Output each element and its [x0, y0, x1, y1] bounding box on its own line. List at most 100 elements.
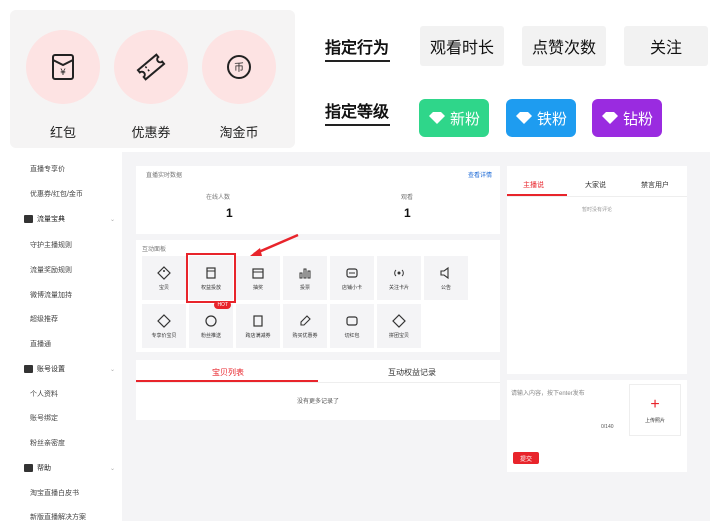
chevron-down-icon: ⌄: [110, 216, 116, 223]
behavior-like-count[interactable]: 点赞次数: [522, 26, 606, 66]
tile-follow-card[interactable]: 关注卡片: [377, 256, 421, 300]
tile-cut-red-envelope[interactable]: 切红包: [330, 304, 374, 348]
speaker-icon: [440, 266, 449, 279]
sidebar-group-account[interactable]: 账号设置 ⌄: [24, 364, 115, 374]
view-value: 1: [404, 206, 411, 220]
svg-text:币: 币: [234, 62, 244, 74]
svg-text:¥: ¥: [60, 68, 66, 78]
broadcast-icon: [394, 269, 404, 276]
diamond-icon: [515, 111, 533, 125]
comment-input-card: 请输入内容，按下enter发布 0/140 + 上传照片 提交: [507, 380, 687, 472]
realtime-data-card: 直播实时数据 查看详情 在线人数 1 观看 1: [136, 166, 500, 234]
tag-icon: [157, 265, 171, 280]
view-details-link[interactable]: 查看详情: [468, 170, 492, 179]
no-comments-message: 暂时没有评论: [581, 207, 612, 213]
sidebar-item[interactable]: 直播通: [30, 339, 51, 349]
chevron-down-icon: ⌄: [110, 366, 116, 373]
reward-coupon[interactable]: 优惠券: [114, 30, 188, 141]
gift-box-icon: [206, 266, 216, 279]
tile-vote[interactable]: 投票: [283, 256, 327, 300]
sidebar-item[interactable]: 个人资料: [30, 389, 58, 399]
tile-fan-push[interactable]: HOT 粉丝推送: [189, 301, 233, 348]
bar-chart-icon: [299, 268, 311, 278]
help-icon: [24, 464, 33, 472]
interaction-panel: 互动面板 宝贝 权益投放 抽奖 投票 店铺小卡 关注卡片 公告 专享价宝贝 HO…: [136, 240, 500, 352]
tile-announcement[interactable]: 公告: [424, 256, 468, 300]
chat-card: 主播说 大家说 禁言用户 暂时没有评论: [507, 166, 687, 374]
tile-cross-store-coupon[interactable]: 跨店满减券: [236, 304, 280, 348]
hot-badge: HOT: [214, 301, 231, 309]
behavior-title: 指定行为: [325, 40, 390, 57]
shop-icon: [346, 267, 358, 278]
realtime-title: 直播实时数据: [146, 173, 183, 179]
sidebar-item[interactable]: 超级推荐: [30, 314, 58, 324]
tile-product[interactable]: 宝贝: [142, 256, 186, 300]
tab-everyone-says[interactable]: 大家说: [585, 180, 606, 190]
tab-product-list[interactable]: 宝贝列表: [212, 367, 244, 378]
reward-label: 淘金币: [219, 125, 259, 140]
online-value: 1: [226, 206, 233, 220]
red-envelope-icon: [346, 315, 358, 326]
live-console-screenshot: 直播专享价 优惠券/红包/金币 流量宝典 ⌄ 守护主播规则 流量奖励规则 微博流…: [10, 152, 710, 521]
tile-exclusive-product[interactable]: 专享价宝贝: [142, 304, 186, 348]
interaction-title: 互动面板: [142, 247, 167, 253]
tag-icon: [392, 313, 406, 328]
sidebar-item[interactable]: 账号绑定: [30, 413, 58, 423]
sidebar-item[interactable]: 新版直播解决方案: [30, 512, 86, 521]
chevron-down-icon: ⌄: [110, 465, 116, 472]
level-iron-fan[interactable]: 铁粉: [506, 99, 576, 137]
sidebar-item[interactable]: 优惠券/红包/金币: [30, 189, 83, 199]
account-icon: [24, 365, 33, 373]
submit-button[interactable]: 提交: [513, 452, 539, 464]
tile-lottery[interactable]: 抽奖: [236, 256, 280, 300]
tile-shop-card[interactable]: 店铺小卡: [330, 256, 374, 300]
plus-icon: +: [650, 395, 660, 413]
edit-icon: [300, 314, 311, 326]
reward-red-envelope[interactable]: ¥ 红包: [26, 30, 100, 141]
diamond-icon: [601, 111, 619, 125]
level-diamond-fan[interactable]: 钻粉: [592, 99, 662, 137]
red-envelope-icon: ¥: [52, 54, 74, 80]
behavior-follow[interactable]: 关注: [624, 26, 708, 66]
sidebar-item[interactable]: 流量奖励规则: [30, 265, 72, 275]
tab-muted-users[interactable]: 禁言用户: [641, 180, 669, 190]
sidebar-group-help[interactable]: 帮助 ⌄: [24, 463, 115, 473]
level-title: 指定等级: [325, 104, 390, 121]
coin-icon: 币: [227, 55, 251, 79]
reward-panel: ¥ 红包 优惠券 币 淘金币: [10, 10, 295, 148]
sidebar-item[interactable]: 守护主播规则: [30, 240, 72, 250]
level-new-fan[interactable]: 新粉: [419, 99, 489, 137]
tile-purchase-coupon[interactable]: 购买优惠券: [283, 304, 327, 348]
sidebar-item[interactable]: 淘宝直播白皮书: [30, 488, 79, 498]
online-label: 在线人数: [206, 195, 231, 201]
tag-icon: [157, 313, 171, 328]
tile-group-buy[interactable]: 拼团宝贝: [377, 304, 421, 348]
calendar-icon: [252, 267, 264, 279]
char-counter: 0/140: [601, 424, 614, 430]
behavior-watch-time[interactable]: 观看时长: [420, 26, 504, 66]
view-label: 观看: [401, 195, 414, 201]
reward-label: 优惠券: [131, 125, 171, 140]
reward-coin[interactable]: 币 淘金币: [202, 30, 276, 141]
sidebar: 直播专享价 优惠券/红包/金币 流量宝典 ⌄ 守护主播规则 流量奖励规则 微博流…: [10, 152, 122, 521]
behavior-underline: [325, 60, 390, 62]
comment-input[interactable]: 请输入内容，按下enter发布: [511, 388, 585, 397]
pointer-arrow: [250, 233, 299, 256]
sidebar-item[interactable]: 微博流量加持: [30, 290, 72, 300]
sidebar-item[interactable]: 粉丝亲密度: [30, 438, 65, 448]
empty-message: 没有更多记录了: [296, 399, 339, 405]
tile-benefit-delivery[interactable]: 权益投放: [186, 253, 236, 303]
tab-host-says[interactable]: 主播说: [523, 180, 544, 190]
diamond-icon: [428, 111, 446, 125]
reward-label: 红包: [49, 125, 76, 140]
upload-photo-button[interactable]: + 上传照片: [629, 384, 681, 436]
sidebar-item[interactable]: 直播专享价: [30, 164, 65, 174]
sidebar-group-traffic[interactable]: 流量宝典 ⌄: [24, 214, 115, 224]
voucher-icon: [253, 314, 263, 327]
chat-bubble-icon: [205, 314, 217, 327]
tab-benefit-records[interactable]: 互动权益记录: [388, 367, 436, 378]
coupon-icon: [136, 53, 166, 81]
level-underline: [325, 124, 390, 126]
book-icon: [24, 215, 33, 223]
list-card: 宝贝列表 互动权益记录 没有更多记录了: [136, 360, 500, 420]
